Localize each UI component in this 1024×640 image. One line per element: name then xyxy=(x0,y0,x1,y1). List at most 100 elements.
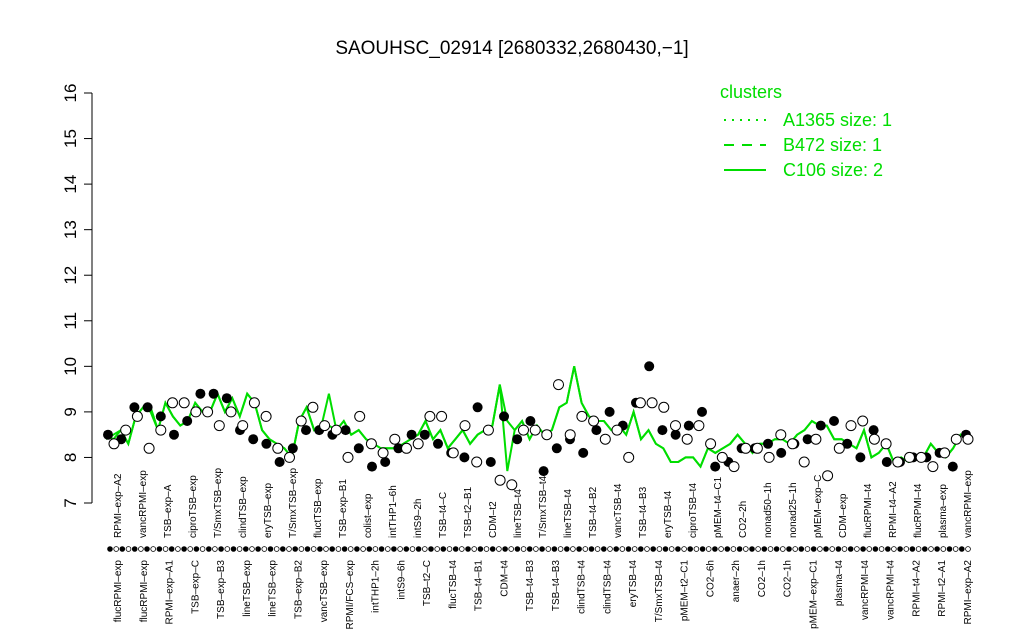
data-point-filled xyxy=(670,429,681,440)
data-point-open xyxy=(541,429,553,441)
data-point-open xyxy=(494,474,506,486)
rug-open xyxy=(458,546,465,552)
rug-open xyxy=(421,546,428,552)
data-point-open xyxy=(868,433,880,445)
expression-chart: SAOUHSC_02914 [2680332,2680430,−1] 7 8 9 10… xyxy=(61,38,974,630)
bottom-category-labels: flucRPMI–exp flucRPMI–exp RPMI–exp–A1 TSB–e… xyxy=(113,560,974,630)
top-category-label: TSB–exp–A xyxy=(163,484,174,538)
bottom-category-label: vancRPMI–t4 xyxy=(860,560,871,620)
top-category-label: TSB–t4–C xyxy=(438,492,449,538)
data-point-open xyxy=(681,433,693,445)
data-point-filled xyxy=(142,402,153,413)
rug-filled xyxy=(921,546,928,552)
rug-filled xyxy=(798,546,805,552)
data-point-open xyxy=(939,447,951,459)
rug-open xyxy=(631,546,638,552)
data-point-filled xyxy=(855,452,866,463)
rug-filled xyxy=(255,546,261,552)
rug-filled xyxy=(860,546,866,552)
data-point-open xyxy=(412,438,424,450)
top-category-label: fluctTSB–exp xyxy=(313,478,324,538)
y-tick-label: 13 xyxy=(61,220,80,239)
data-point-filled xyxy=(248,434,259,445)
data-point-open xyxy=(599,433,611,445)
data-point-filled xyxy=(419,429,430,440)
data-point-open xyxy=(120,424,132,436)
top-category-label: vancRPMI–exp xyxy=(963,470,974,538)
rug-filled xyxy=(218,546,224,552)
data-point-filled xyxy=(380,457,391,467)
data-point-open xyxy=(482,424,494,436)
rug-open xyxy=(347,546,354,552)
rug-filled xyxy=(391,546,397,552)
rug-filled xyxy=(366,546,373,552)
rug-open xyxy=(570,546,576,552)
data-point-filled xyxy=(459,452,470,463)
rug-filled xyxy=(119,546,126,552)
rug-filled xyxy=(107,546,113,552)
top-category-label: plasma–exp xyxy=(938,484,949,538)
bottom-category-label: RPMI/FCS–exp xyxy=(345,560,356,630)
data-point-open xyxy=(272,442,284,454)
bottom-category-label: clindTSB–t4 xyxy=(602,560,613,614)
rug-filled xyxy=(144,546,150,552)
bottom-category-label: flucTSB–t4 xyxy=(448,560,459,609)
data-point-open xyxy=(377,447,389,459)
rug-filled xyxy=(909,546,916,552)
rug-open xyxy=(779,546,786,552)
top-category-label: colist–exp xyxy=(363,493,374,538)
rug-open xyxy=(286,546,292,552)
rug-filled xyxy=(835,546,842,552)
data-point-open xyxy=(904,451,915,463)
data-point-open xyxy=(845,420,857,432)
bottom-category-label: flucRPMI–exp xyxy=(113,560,124,623)
data-point-open xyxy=(365,438,377,450)
data-point-open xyxy=(178,397,190,409)
rug-open xyxy=(817,546,823,552)
rug-open xyxy=(175,546,181,552)
bottom-category-label: pMEM–t2–C1 xyxy=(680,560,691,622)
top-category-label: CO2–2h xyxy=(738,501,749,538)
data-point-open xyxy=(108,438,120,450)
y-tick-label: 16 xyxy=(61,84,80,103)
legend-title: clusters xyxy=(720,82,782,102)
y-tick-label: 12 xyxy=(61,266,80,285)
data-point-filled xyxy=(591,425,602,436)
rug-filled xyxy=(724,546,731,552)
top-category-label: TSB–t4–B2 xyxy=(588,486,599,538)
top-category-label: eryTSB–t4 xyxy=(663,490,674,538)
data-point-open xyxy=(763,451,775,463)
top-category-label: intS9–2h xyxy=(413,499,424,538)
bottom-category-label: TSB–exp–B3 xyxy=(216,560,227,619)
rug-filled xyxy=(662,546,669,552)
data-point-filled xyxy=(485,457,496,467)
rug-filled xyxy=(637,546,644,552)
y-tick-label: 14 xyxy=(61,175,80,194)
data-point-open xyxy=(716,451,728,463)
rug-open xyxy=(199,546,206,552)
bottom-category-label: T/SmxTSB–t4 xyxy=(654,560,665,623)
rug-open xyxy=(298,546,305,552)
rug-open xyxy=(545,546,552,552)
rug-filled xyxy=(823,546,829,552)
rug-open xyxy=(965,546,971,552)
rug-open xyxy=(866,546,872,552)
rug-filled xyxy=(415,546,422,552)
data-point-filled xyxy=(274,457,285,467)
top-category-label: flucRPMI–t4 xyxy=(863,483,874,538)
rug-filled xyxy=(625,546,632,552)
rug-filled xyxy=(341,546,348,552)
rug-filled xyxy=(403,546,410,552)
data-point-open xyxy=(787,438,798,450)
y-axis: 7 8 9 10 11 12 13 14 15 16 xyxy=(61,84,93,508)
series-line-2 xyxy=(105,366,969,472)
data-point-filled xyxy=(367,461,377,472)
rug-filled xyxy=(810,546,817,552)
data-point-filled xyxy=(815,420,826,431)
data-point-open xyxy=(705,438,717,450)
legend-entry-label: B472 size: 1 xyxy=(783,135,882,155)
data-point-filled xyxy=(353,443,364,454)
rug-filled xyxy=(712,546,718,552)
data-point-filled xyxy=(697,406,707,417)
bottom-category-label: TSB–t4–B3 xyxy=(551,560,562,612)
